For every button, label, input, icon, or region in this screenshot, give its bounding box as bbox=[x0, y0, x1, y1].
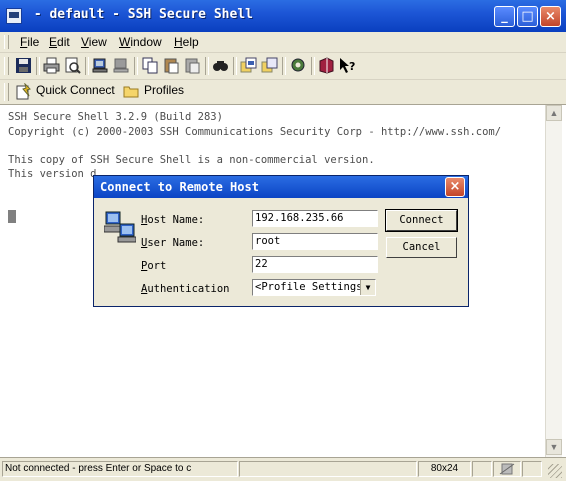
status-message: Not connected - press Enter or Space to … bbox=[2, 461, 238, 477]
whats-this-icon[interactable]: ? bbox=[339, 57, 356, 74]
title-bar: - default - SSH Secure Shell _ □ × bbox=[0, 0, 566, 32]
connection-state-pane bbox=[493, 461, 521, 477]
dialog-title-bar: Connect to Remote Host × bbox=[94, 176, 468, 198]
port-input[interactable]: 22 bbox=[252, 256, 378, 273]
terminal-line: Copyright (c) 2000-2003 SSH Communicatio… bbox=[8, 126, 502, 138]
status-pane-empty bbox=[472, 461, 492, 477]
terminal-line: SSH Secure Shell 3.2.9 (Build 283) bbox=[8, 111, 223, 123]
status-pane-empty bbox=[239, 461, 417, 477]
menu-bar: File Edit View Window Help bbox=[0, 32, 566, 53]
connect-toolbar: Quick Connect Profiles bbox=[0, 80, 566, 105]
minimize-button[interactable]: _ bbox=[494, 6, 515, 27]
connect-button[interactable]: Connect bbox=[385, 209, 458, 232]
terminal-line: This copy of SSH Secure Shell is a non-c… bbox=[8, 154, 375, 166]
copy-icon[interactable] bbox=[142, 57, 159, 74]
quick-connect-icon bbox=[16, 82, 33, 100]
user-name-input[interactable]: root bbox=[252, 233, 378, 250]
port-label: Port bbox=[141, 260, 167, 272]
paste-icon[interactable] bbox=[163, 57, 180, 74]
toolbar-grip[interactable] bbox=[4, 57, 9, 75]
toolbar-separator bbox=[233, 57, 237, 75]
connect-dialog: Connect to Remote Host × Host Name: 192.… bbox=[93, 175, 469, 307]
dialog-title: Connect to Remote Host bbox=[100, 180, 259, 194]
menu-help[interactable]: Help bbox=[174, 35, 199, 49]
authentication-label: Authentication bbox=[141, 283, 230, 295]
menu-edit[interactable]: Edit bbox=[49, 35, 70, 49]
terminal-line: This version d bbox=[8, 168, 97, 180]
connect-icon[interactable] bbox=[92, 57, 109, 74]
toolbar-separator bbox=[311, 57, 315, 75]
menu-file[interactable]: File bbox=[20, 35, 39, 49]
terminal-cursor bbox=[8, 210, 16, 223]
help-book-icon[interactable] bbox=[318, 57, 335, 74]
authentication-select[interactable]: <Profile Settings> ▼ bbox=[252, 279, 376, 296]
print-preview-icon[interactable] bbox=[64, 57, 81, 74]
host-name-input[interactable]: 192.168.235.66 bbox=[252, 210, 378, 227]
disconnected-icon bbox=[499, 463, 515, 475]
quick-connect-button[interactable]: Quick Connect bbox=[36, 83, 115, 97]
find-icon[interactable] bbox=[212, 57, 229, 74]
disconnect-icon[interactable] bbox=[113, 57, 130, 74]
save-icon[interactable] bbox=[15, 57, 32, 74]
vertical-scrollbar[interactable]: ▲ ▼ bbox=[545, 105, 562, 457]
toolbar-grip[interactable] bbox=[4, 83, 9, 101]
close-button[interactable]: × bbox=[540, 6, 561, 27]
profiles-button[interactable]: Profiles bbox=[144, 83, 184, 97]
computer-network-icon bbox=[103, 210, 137, 249]
resize-grip[interactable] bbox=[548, 464, 562, 478]
user-name-label: User Name: bbox=[141, 237, 205, 249]
paste-special-icon[interactable] bbox=[184, 57, 201, 74]
maximize-button[interactable]: □ bbox=[517, 6, 538, 27]
scroll-down-button[interactable]: ▼ bbox=[546, 439, 562, 455]
authentication-value: <Profile Settings> bbox=[255, 281, 369, 293]
file-transfer-icon[interactable] bbox=[240, 57, 257, 74]
chevron-down-icon[interactable]: ▼ bbox=[360, 280, 375, 295]
toolbar-separator bbox=[282, 57, 286, 75]
print-icon[interactable] bbox=[43, 57, 60, 74]
app-icon bbox=[6, 8, 22, 24]
menubar-grip[interactable] bbox=[4, 35, 9, 49]
main-toolbar: ? bbox=[0, 53, 566, 80]
window-title: - default - SSH Secure Shell bbox=[26, 7, 253, 22]
menu-view[interactable]: View bbox=[81, 35, 107, 49]
scroll-up-button[interactable]: ▲ bbox=[546, 105, 562, 121]
status-bar: Not connected - press Enter or Space to … bbox=[0, 457, 566, 481]
folder-icon bbox=[123, 83, 140, 100]
dialog-close-button[interactable]: × bbox=[445, 177, 465, 197]
toolbar-separator bbox=[85, 57, 89, 75]
toolbar-separator bbox=[134, 57, 138, 75]
menu-window[interactable]: Window bbox=[119, 35, 162, 49]
host-name-label: Host Name: bbox=[141, 214, 205, 226]
status-pane-empty bbox=[522, 461, 542, 477]
terminal-size: 80x24 bbox=[418, 461, 471, 477]
cancel-button[interactable]: Cancel bbox=[386, 237, 457, 258]
toolbar-separator bbox=[36, 57, 40, 75]
svg-text:?: ? bbox=[349, 60, 355, 73]
toolbar-separator bbox=[205, 57, 209, 75]
new-window-icon[interactable] bbox=[261, 57, 278, 74]
settings-icon[interactable] bbox=[290, 57, 307, 74]
